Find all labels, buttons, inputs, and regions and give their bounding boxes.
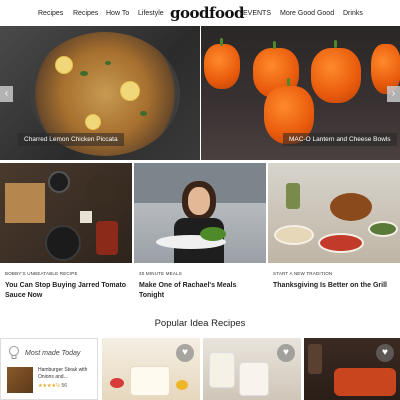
carousel-prev-arrow-icon[interactable]: ‹ [0, 86, 13, 102]
nav-item-how-to[interactable]: How To [106, 10, 129, 17]
lemon-slice [120, 81, 140, 101]
card-title[interactable]: Thanksgiving Is Better on the Grill [273, 281, 395, 291]
rating-count: 56 [61, 383, 68, 389]
nav-item-lifestyle[interactable]: Lifestyle [138, 10, 164, 17]
card-kicker: 30 MINUTE MEALS [139, 271, 183, 276]
featured-cards: BOBBY'S UNBEATABLE RECIPE You Can Stop B… [0, 163, 400, 303]
nav-item-more-good-good[interactable]: More Good Good [280, 10, 334, 17]
most-made-today-card[interactable]: Most made Today Hamburger Steak with Oni… [0, 338, 98, 400]
card-title[interactable]: Make One of Rachael's Meals Tonight [139, 281, 261, 301]
glass-jar [239, 362, 269, 396]
card-kicker: START A NEW TRADITION [273, 271, 333, 276]
lemon-slice [85, 114, 101, 130]
hero-slide-chicken[interactable]: Charred Lemon Chicken Piccata ‹ [0, 26, 200, 160]
lightbulb-icon [9, 346, 19, 359]
carousel-next-arrow-icon[interactable]: › [387, 86, 400, 102]
bowl [48, 171, 70, 193]
card-image-thanksgiving [268, 163, 400, 263]
pepper-stem [334, 40, 337, 48]
roasted-dish [334, 368, 396, 396]
pepper-stem [287, 78, 290, 86]
hero-slide-peppers[interactable]: MAC-O Lantern and Cheese Bowls › [201, 26, 400, 160]
herb-garnish [140, 111, 147, 116]
card-image-rachael [134, 163, 266, 263]
recipe-name[interactable]: Hamburger Steak with Onions and... [38, 367, 88, 380]
card-kicker: BOBBY'S UNBEATABLE RECIPE [5, 271, 78, 276]
card-title[interactable]: You Can Stop Buying Jarred Tomato Sauce … [5, 281, 127, 301]
top-navigation: Recipes Recipes How To Lifestyle B B C g… [0, 0, 400, 26]
recipe-tile-dessert[interactable]: ♥ [102, 338, 200, 400]
salt-cube [80, 211, 92, 223]
brand-wordmark: goodfood [170, 4, 244, 22]
nav-item-recipes[interactable]: Recipes [38, 10, 63, 17]
card-rachael-meals[interactable]: 30 MINUTE MEALS Make One of Rachael's Me… [134, 163, 266, 303]
strawberry [110, 378, 124, 388]
card-tomato-sauce[interactable]: BOBBY'S UNBEATABLE RECIPE You Can Stop B… [0, 163, 132, 303]
favorite-heart-icon[interactable]: ♥ [176, 344, 194, 362]
pepper-stem [220, 38, 223, 46]
roast-turkey [330, 193, 372, 221]
card-image-tomato [0, 163, 132, 263]
pitcher [286, 183, 300, 209]
recipe-tile-savory[interactable]: ♥ [304, 338, 400, 400]
hero-carousel: Charred Lemon Chicken Piccata ‹ MAC-O La… [0, 26, 400, 160]
hero-caption-chicken[interactable]: Charred Lemon Chicken Piccata [18, 133, 124, 146]
recipe-tile-pudding[interactable]: ♥ [203, 338, 301, 400]
salad [200, 227, 226, 241]
hero-caption-peppers[interactable]: MAC-O Lantern and Cheese Bowls [283, 133, 397, 146]
card-thanksgiving-grill[interactable]: START A NEW TRADITION Thanksgiving Is Be… [268, 163, 400, 303]
cutting-board [5, 183, 45, 223]
rating-stars: ★★★★½ 56 [38, 383, 67, 389]
bowl [86, 175, 116, 205]
nav-item-events[interactable]: EVENTS [243, 10, 271, 17]
herb-garnish [80, 71, 88, 76]
most-made-label: Most made Today [25, 350, 81, 357]
can [96, 221, 118, 255]
pan [45, 225, 81, 261]
side-dish [274, 225, 314, 245]
side-dish [318, 233, 364, 253]
nav-item-recipes-2[interactable]: Recipes [73, 10, 98, 17]
brand-logo[interactable]: B B C goodfood [170, 2, 244, 22]
popular-tiles: Most made Today Hamburger Steak with Oni… [0, 338, 400, 400]
popular-heading: Popular Idea Recipes [154, 318, 246, 329]
fruit [176, 380, 188, 390]
herb-garnish [105, 61, 111, 65]
person-face [188, 187, 210, 215]
nav-item-drinks[interactable]: Drinks [343, 10, 363, 17]
side-dish [368, 221, 398, 237]
recipe-thumbnail[interactable] [7, 367, 33, 393]
parfait-glass [130, 366, 170, 396]
pepper-stem [273, 41, 276, 49]
pepper-image [204, 44, 240, 89]
favorite-heart-icon[interactable]: ♥ [376, 344, 394, 362]
pepper-image [311, 48, 361, 103]
rating-stars-icon: ★★★★½ [38, 383, 61, 389]
favorite-heart-icon[interactable]: ♥ [277, 344, 295, 362]
pepper-mill [308, 344, 322, 374]
lemon-slice [55, 56, 73, 74]
glass-jar [209, 352, 235, 388]
